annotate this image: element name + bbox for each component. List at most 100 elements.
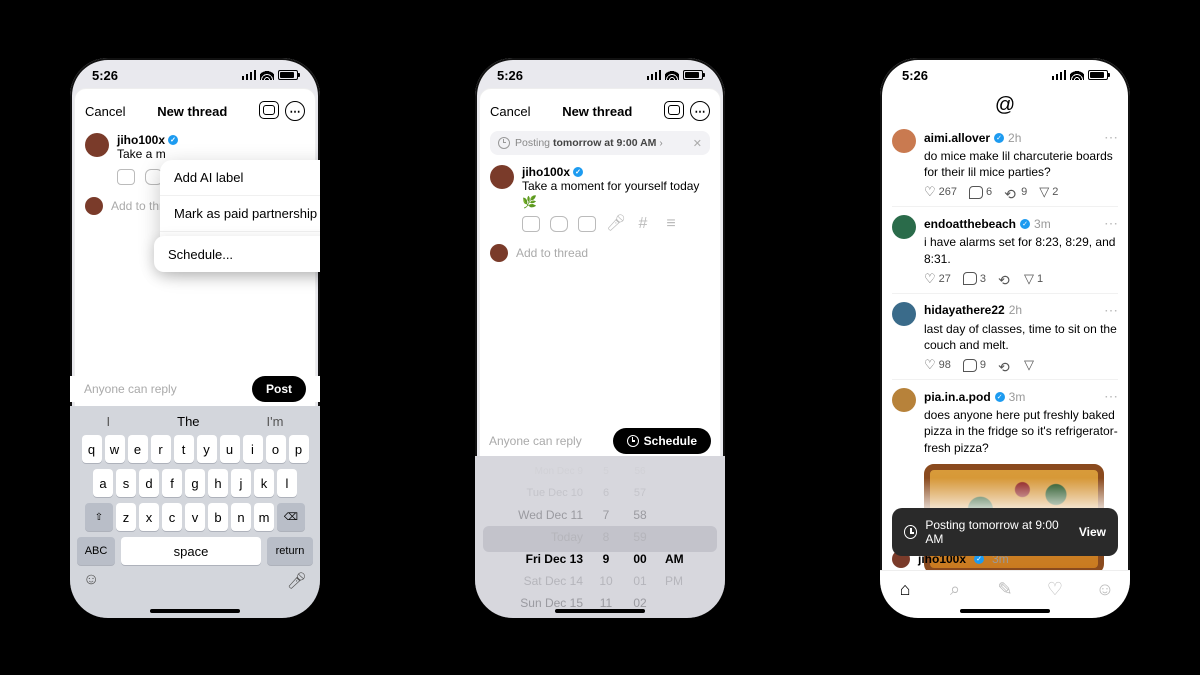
key-t[interactable]: t	[174, 435, 194, 463]
repost-button[interactable]: 9	[1004, 186, 1027, 199]
post-username[interactable]: pia.in.a.pod	[924, 390, 991, 404]
add-thread[interactable]: Add to thread	[480, 236, 720, 270]
avatar[interactable]	[892, 302, 916, 326]
space-key[interactable]: space	[121, 537, 261, 565]
cancel-button[interactable]: Cancel	[490, 104, 530, 119]
key-s[interactable]: s	[116, 469, 136, 497]
schedule-button[interactable]: Schedule	[613, 428, 711, 454]
hashtag-icon[interactable]: #	[634, 216, 652, 232]
menu-ai-label[interactable]: Add AI label	[160, 160, 320, 196]
key-o[interactable]: o	[266, 435, 286, 463]
tab-activity[interactable]: ♡	[1044, 580, 1066, 600]
key-k[interactable]: k	[254, 469, 274, 497]
post-more-icon[interactable]: ⋯	[1104, 129, 1118, 146]
send-button[interactable]: ▽2	[1039, 184, 1058, 200]
like-button[interactable]: ♡27	[924, 271, 951, 287]
picker-row[interactable]: Fri Dec 13900AM	[475, 548, 725, 570]
home-indicator[interactable]	[150, 609, 240, 613]
key-b[interactable]: b	[208, 503, 228, 531]
post-button[interactable]: Post	[252, 376, 306, 402]
more-icon[interactable]: ⋯	[285, 101, 305, 121]
tab-compose[interactable]: ✎	[994, 580, 1016, 600]
key-n[interactable]: n	[231, 503, 251, 531]
picker-row[interactable]: Mon Dec 9556	[475, 460, 725, 482]
shift-key[interactable]: ⇧	[85, 503, 113, 531]
datetime-picker[interactable]: Mon Dec 9556Tue Dec 10657Wed Dec 11758To…	[475, 456, 725, 618]
drafts-icon[interactable]	[259, 101, 279, 119]
comment-button[interactable]: 3	[963, 272, 986, 285]
key-p[interactable]: p	[289, 435, 309, 463]
mic-key[interactable]: 🎤︎	[287, 571, 307, 591]
backspace-key[interactable]: ⌫	[277, 503, 305, 531]
camera-icon[interactable]	[550, 216, 568, 232]
picker-row[interactable]: Wed Dec 11758	[475, 504, 725, 526]
scheduled-toast[interactable]: Posting tomorrow at 9:00 AM View	[892, 508, 1118, 556]
reply-audience[interactable]: Anyone can reply	[489, 434, 582, 448]
like-button[interactable]: ♡267	[924, 184, 957, 200]
key-f[interactable]: f	[162, 469, 182, 497]
avatar[interactable]	[892, 215, 916, 239]
key-i[interactable]: i	[243, 435, 263, 463]
gif-icon[interactable]	[578, 216, 596, 232]
draft-text[interactable]: Take a moment for yourself today 🌿	[522, 179, 710, 210]
send-button[interactable]: ▽1	[1024, 271, 1043, 287]
post-more-icon[interactable]: ⋯	[1104, 302, 1118, 319]
feed-post[interactable]: hidayathere222h⋯last day of classes, tim…	[892, 294, 1118, 380]
key-a[interactable]: a	[93, 469, 113, 497]
avatar[interactable]	[892, 388, 916, 412]
avatar[interactable]	[892, 129, 916, 153]
comment-button[interactable]: 9	[963, 359, 986, 372]
like-button[interactable]: ♡98	[924, 357, 951, 373]
picker-row[interactable]: Sun Dec 151102	[475, 592, 725, 614]
post-more-icon[interactable]: ⋯	[1104, 215, 1118, 232]
key-v[interactable]: v	[185, 503, 205, 531]
key-c[interactable]: c	[162, 503, 182, 531]
key-e[interactable]: e	[128, 435, 148, 463]
key-q[interactable]: q	[82, 435, 102, 463]
repost-button[interactable]	[998, 359, 1012, 372]
key-w[interactable]: w	[105, 435, 125, 463]
feed-post[interactable]: aimi.allover✓2h⋯do mice make lil charcut…	[892, 121, 1118, 207]
repost-button[interactable]	[998, 272, 1012, 285]
picker-row[interactable]: Today859	[475, 526, 725, 548]
tab-profile[interactable]: ☺	[1094, 580, 1116, 600]
gallery-icon[interactable]	[522, 216, 540, 232]
close-icon[interactable]: ✕	[693, 137, 702, 150]
toast-view-button[interactable]: View	[1079, 525, 1106, 539]
key-d[interactable]: d	[139, 469, 159, 497]
abc-key[interactable]: ABC	[77, 537, 115, 565]
keyboard[interactable]: ITheI'm qwertyuiop asdfghjkl ⇧ zxcvbnm ⌫…	[70, 406, 320, 618]
poll-icon[interactable]: ≡	[662, 216, 680, 232]
post-username[interactable]: aimi.allover	[924, 131, 990, 145]
key-r[interactable]: r	[151, 435, 171, 463]
mic-icon[interactable]: 🎤︎	[606, 216, 624, 232]
menu-paid-partnership[interactable]: Mark as paid partnership	[160, 196, 320, 232]
feed-post[interactable]: endoatthebeach✓3m⋯i have alarms set for …	[892, 207, 1118, 293]
home-indicator[interactable]	[960, 609, 1050, 613]
keyboard-suggestions[interactable]: ITheI'm	[73, 410, 317, 435]
return-key[interactable]: return	[267, 537, 313, 565]
scheduled-banner[interactable]: Posting tomorrow at 9:00 AM › ✕	[490, 131, 710, 155]
post-more-icon[interactable]: ⋯	[1104, 388, 1118, 405]
key-y[interactable]: y	[197, 435, 217, 463]
tab-search[interactable]: ⌕	[944, 580, 966, 600]
key-x[interactable]: x	[139, 503, 159, 531]
key-u[interactable]: u	[220, 435, 240, 463]
more-icon[interactable]: ⋯	[690, 101, 710, 121]
picker-row[interactable]: Tue Dec 10657	[475, 482, 725, 504]
gallery-icon[interactable]	[117, 169, 135, 185]
key-h[interactable]: h	[208, 469, 228, 497]
menu-schedule[interactable]: Schedule...	[154, 236, 320, 272]
post-username[interactable]: hidayathere22	[924, 303, 1005, 317]
reply-audience[interactable]: Anyone can reply	[84, 382, 177, 396]
comment-button[interactable]: 6	[969, 186, 992, 199]
send-button[interactable]: ▽	[1024, 357, 1034, 373]
key-g[interactable]: g	[185, 469, 205, 497]
post-username[interactable]: endoatthebeach	[924, 217, 1016, 231]
key-m[interactable]: m	[254, 503, 274, 531]
emoji-key[interactable]: ☺	[83, 571, 99, 591]
drafts-icon[interactable]	[664, 101, 684, 119]
key-j[interactable]: j	[231, 469, 251, 497]
threads-logo-icon[interactable]: @	[995, 94, 1015, 117]
key-l[interactable]: l	[277, 469, 297, 497]
